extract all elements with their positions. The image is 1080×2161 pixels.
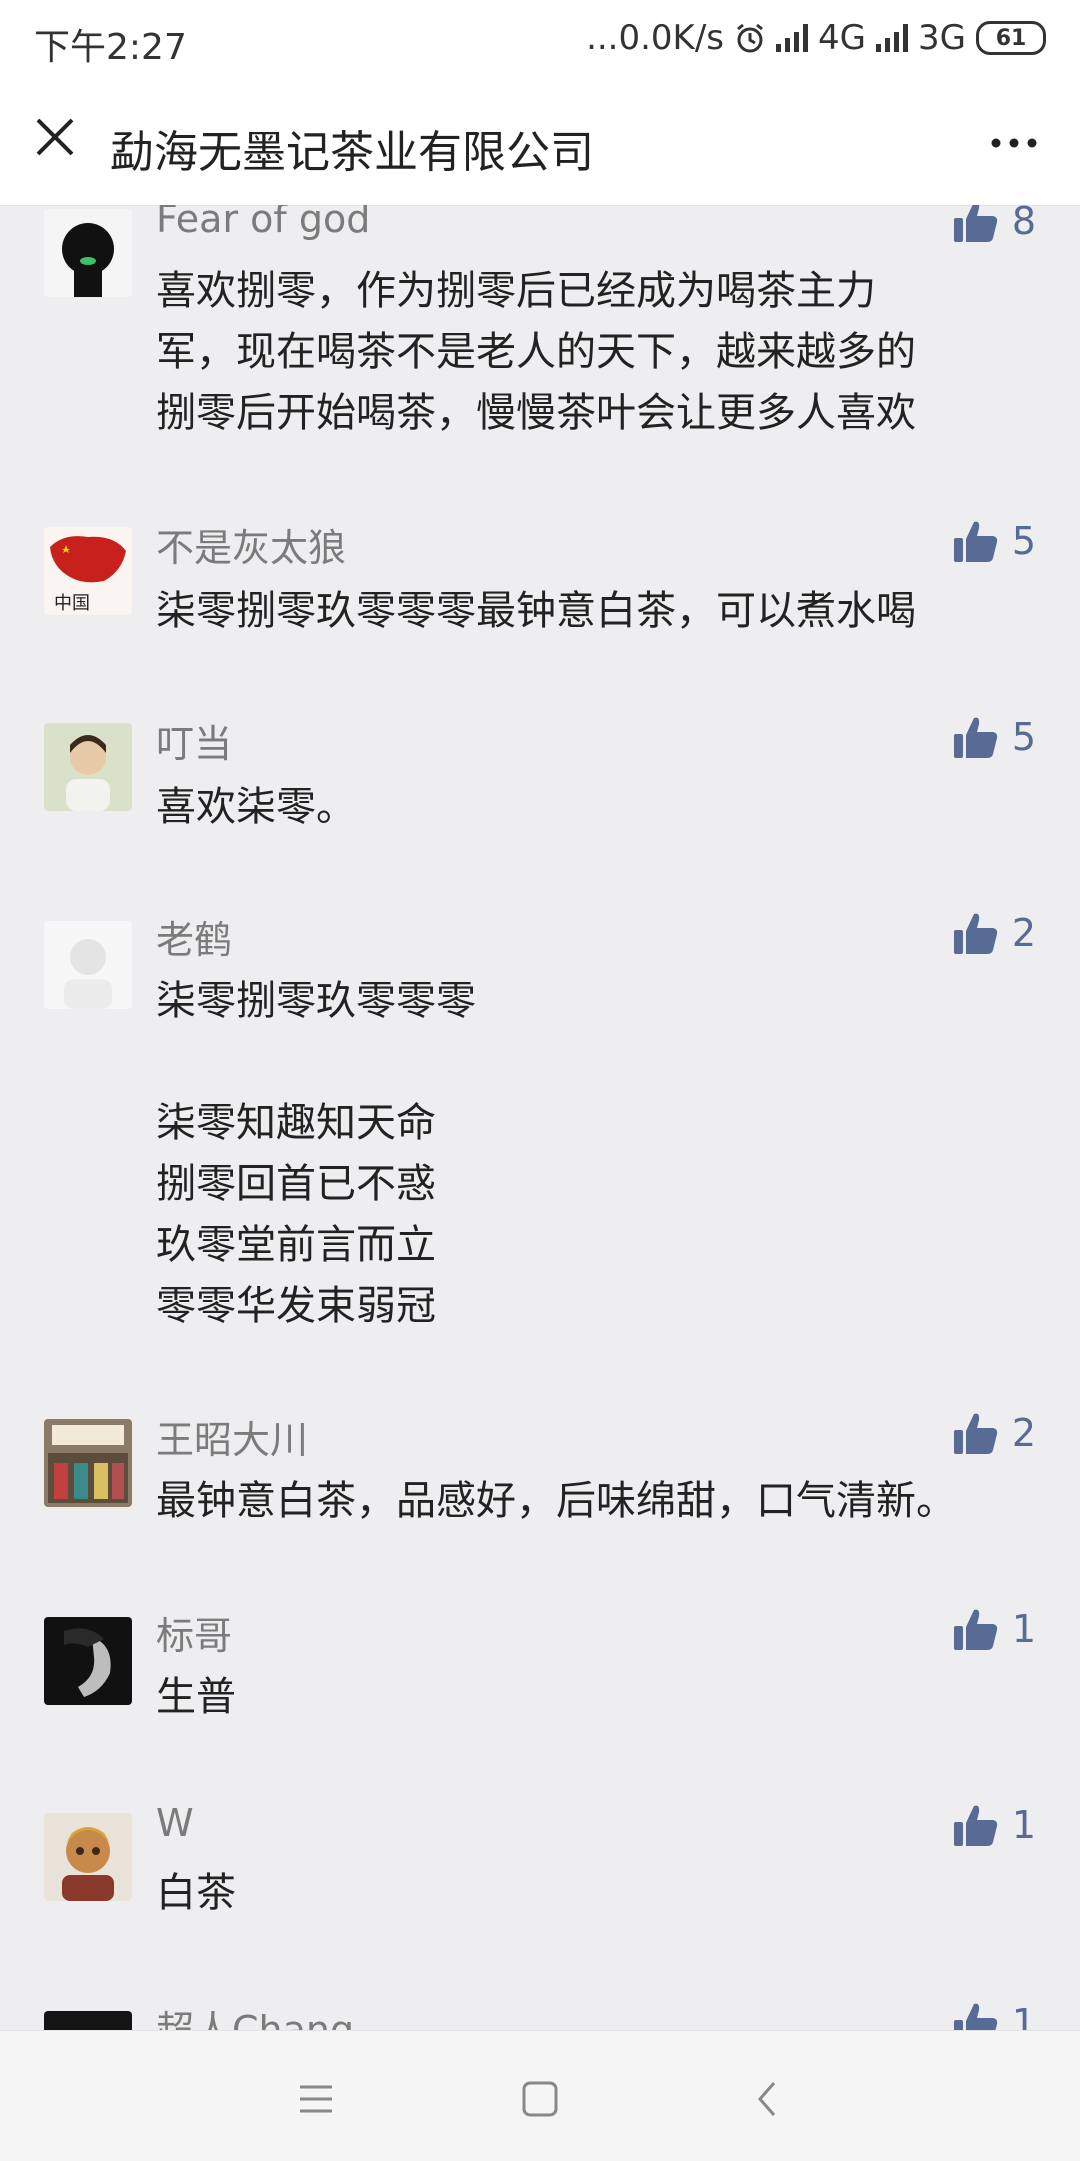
- thumbs-up-icon: [953, 521, 997, 562]
- system-nav-bar: [0, 2030, 1080, 2161]
- thumbs-up-icon: [953, 1413, 997, 1454]
- avatar[interactable]: [44, 921, 132, 1009]
- commenter-name: 叮当: [156, 722, 233, 766]
- avatar[interactable]: [44, 209, 132, 297]
- comment-text: 生普: [156, 1674, 236, 1720]
- status-indicators: ...0.0K/s 4G 3G 61: [586, 18, 1046, 58]
- comment-text: 最钟意白茶，品感好，后味绵甜，口气清新。: [156, 1478, 956, 1524]
- like-button[interactable]: 2: [953, 1411, 1036, 1455]
- network-3g-label: 3G: [918, 18, 966, 58]
- like-button[interactable]: 1: [953, 2001, 1036, 2030]
- avatar[interactable]: [44, 723, 132, 811]
- comment-text: 柒零捌零玖零零零最钟意白茶，可以煮水喝: [156, 588, 916, 634]
- thumbs-up-icon: [953, 2003, 997, 2030]
- commenter-name: Fear of god: [156, 205, 371, 241]
- like-button[interactable]: 2: [953, 911, 1036, 955]
- avatar[interactable]: [44, 2011, 132, 2030]
- like-count: 2: [1011, 911, 1036, 955]
- like-button[interactable]: 1: [953, 1607, 1036, 1651]
- close-icon[interactable]: [30, 112, 80, 162]
- page-title: 勐海无墨记茶业有限公司: [110, 127, 594, 178]
- like-button[interactable]: 8: [953, 205, 1036, 243]
- avatar[interactable]: 中国: [44, 527, 132, 615]
- network-speed: ...0.0K/s: [586, 18, 725, 58]
- battery-icon: 61: [976, 21, 1046, 55]
- like-button[interactable]: 5: [953, 519, 1036, 563]
- like-count: 1: [1011, 1607, 1036, 1651]
- commenter-name: 不是灰太狼: [156, 526, 347, 570]
- like-button[interactable]: 1: [953, 1803, 1036, 1847]
- svg-text:中国: 中国: [54, 593, 90, 614]
- comment-list: Fear of god 8 喜欢捌零，作为捌零后已经成为喝茶主力 军，现在喝茶不…: [0, 205, 1080, 2030]
- title-bar: 勐海无墨记茶业有限公司: [0, 80, 1080, 206]
- network-4g-label: 4G: [818, 18, 867, 58]
- thumbs-up-icon: [953, 205, 997, 242]
- commenter-name: 老鹤: [156, 918, 233, 962]
- like-count: 5: [1011, 715, 1036, 759]
- like-count: 1: [1011, 2001, 1036, 2030]
- comment-text: 柒零捌零玖零零零 柒零知趣知天命 捌零回首已不惑 玖零堂前言而立 零零华发束弱冠: [156, 978, 476, 1329]
- home-icon[interactable]: [512, 2071, 568, 2127]
- commenter-name: 标哥: [156, 1614, 233, 1658]
- like-count: 2: [1011, 1411, 1036, 1455]
- commenter-name: W: [156, 1801, 194, 1845]
- signal-hd-icon: [776, 24, 809, 52]
- thumbs-up-icon: [953, 1805, 997, 1846]
- like-count: 1: [1011, 1803, 1036, 1847]
- like-count: 8: [1011, 205, 1036, 243]
- thumbs-up-icon: [953, 1609, 997, 1650]
- more-icon[interactable]: [984, 118, 1044, 168]
- comment-text: 喜欢捌零，作为捌零后已经成为喝茶主力 军，现在喝茶不是老人的天下，越来越多的 捌…: [156, 268, 916, 436]
- commenter-name: 超人Chang: [156, 2008, 355, 2030]
- back-icon[interactable]: [740, 2071, 796, 2127]
- avatar[interactable]: [44, 1419, 132, 1507]
- thumbs-up-icon: [953, 717, 997, 758]
- comment-text: 喜欢柒零。: [156, 784, 356, 830]
- alarm-icon: [737, 23, 763, 53]
- menu-icon[interactable]: [288, 2071, 344, 2127]
- like-button[interactable]: 5: [953, 715, 1036, 759]
- like-count: 5: [1011, 519, 1036, 563]
- commenter-name: 王昭大川: [156, 1418, 309, 1462]
- status-time: 下午2:27: [34, 27, 187, 68]
- comment-text: 白茶: [156, 1870, 236, 1916]
- signal-3g-icon: [876, 24, 909, 52]
- status-bar: 下午2:27 ...0.0K/s 4G 3G 61: [0, 0, 1080, 80]
- avatar[interactable]: [44, 1813, 132, 1901]
- thumbs-up-icon: [953, 913, 997, 954]
- avatar[interactable]: [44, 1617, 132, 1705]
